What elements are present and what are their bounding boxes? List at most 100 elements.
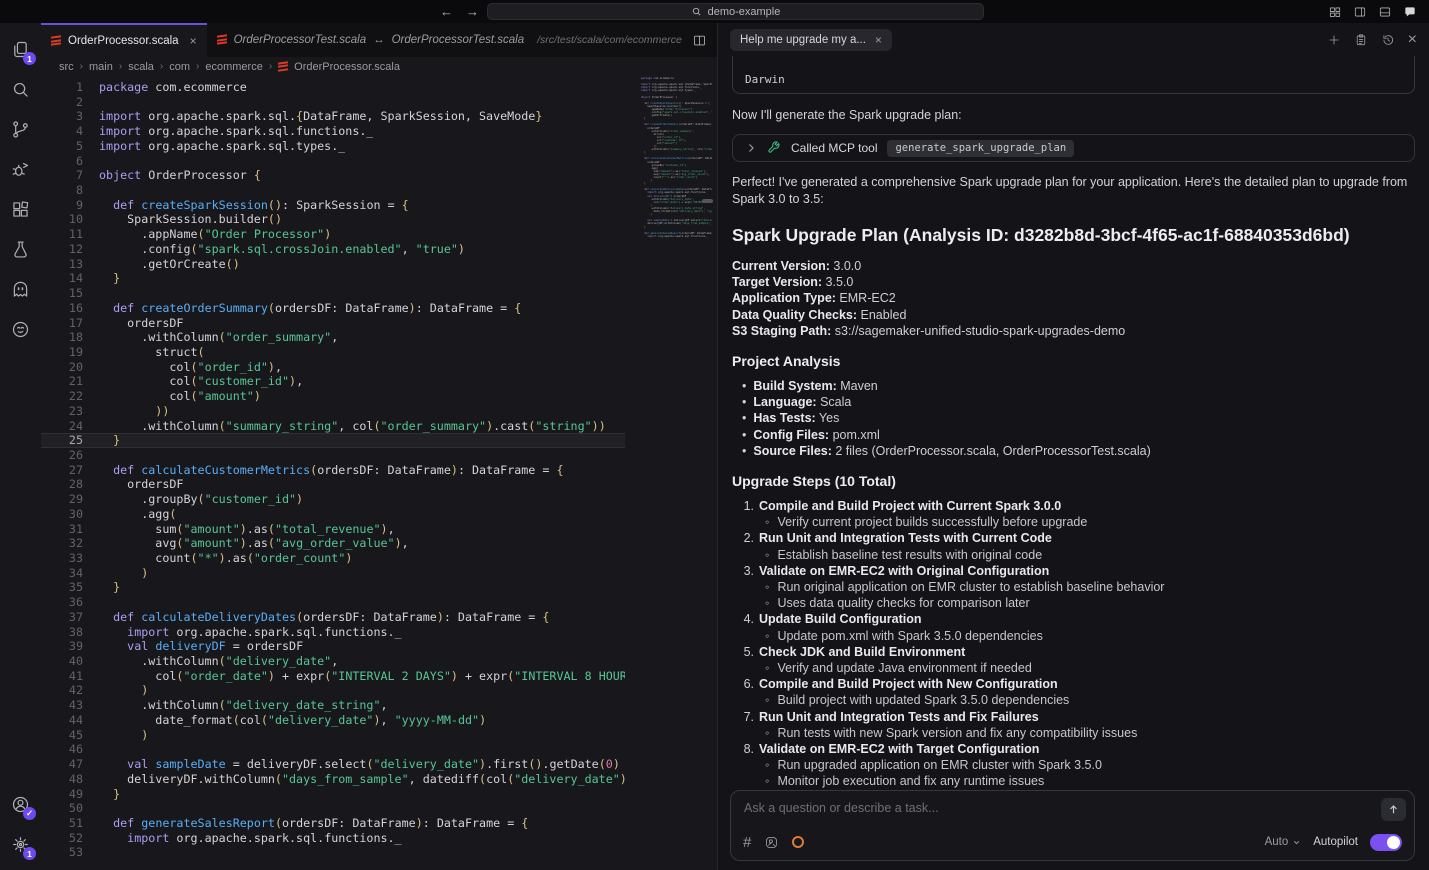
code-line[interactable]: 18 .withColumn("order_summary", <box>41 330 625 345</box>
code-line[interactable]: 40 .withColumn("delivery_date", <box>41 654 625 669</box>
mode-select[interactable]: Auto <box>1265 836 1302 848</box>
code-line[interactable]: 37 def calculateDeliveryDates(ordersDF: … <box>41 610 625 625</box>
code-line[interactable]: 45 ) <box>41 728 625 743</box>
code-line[interactable]: 24 .withColumn("summary_string", col("or… <box>41 419 625 434</box>
breadcrumb-file[interactable]: OrderProcessor.scala <box>294 61 400 73</box>
code-line[interactable]: 34 ) <box>41 566 625 581</box>
code-line[interactable]: 17 ordersDF <box>41 316 625 331</box>
code-line[interactable]: 52 import org.apache.spark.sql.functions… <box>41 831 625 846</box>
code-line[interactable]: 42 ) <box>41 683 625 698</box>
code-line[interactable]: 48 deliveryDF.withColumn("days_from_samp… <box>41 772 625 787</box>
tab-orderprocessortest-diff[interactable]: OrderProcessorTest.scala ↔ OrderProcesso… <box>207 23 692 57</box>
activity-bar-item-extensions[interactable] <box>0 189 41 229</box>
chat-messages[interactable]: Darwin Now I'll generate the Spark upgra… <box>718 56 1429 790</box>
code-line[interactable]: 8 <box>41 183 625 198</box>
minimap[interactable]: package com.ecommerce import org.apache.… <box>625 77 712 337</box>
breadcrumb-item[interactable]: ecommerce <box>205 61 262 73</box>
new-chat-icon[interactable] <box>1327 33 1341 47</box>
code-line[interactable]: 20 col("order_id"), <box>41 360 625 375</box>
code-line[interactable]: 7object OrderProcessor { <box>41 168 625 183</box>
history-icon[interactable] <box>1381 33 1395 47</box>
code-line[interactable]: 33 count("*").as("order_count") <box>41 551 625 566</box>
code-line[interactable]: 6 <box>41 154 625 169</box>
split-editor-icon[interactable] <box>692 33 707 48</box>
code-line[interactable]: 21 col("customer_id"), <box>41 374 625 389</box>
breadcrumb-item[interactable]: src <box>59 61 74 73</box>
back-arrow-icon[interactable]: ← <box>440 4 453 19</box>
tab-orderprocessor[interactable]: OrderProcessor.scala × <box>41 23 207 57</box>
code-line[interactable]: 36 <box>41 595 625 610</box>
code-line[interactable]: 35 } <box>41 580 625 595</box>
close-icon[interactable]: × <box>1408 32 1417 48</box>
forward-arrow-icon[interactable]: → <box>466 4 479 19</box>
code-line[interactable]: 53 <box>41 845 625 860</box>
activity-bar-item-explorer-copy[interactable]: 1 <box>0 29 41 69</box>
code-line[interactable]: 9 def createSparkSession(): SparkSession… <box>41 198 625 213</box>
activity-bar-item-source-control[interactable] <box>0 109 41 149</box>
activity-bar-item-kiro-ghost[interactable] <box>0 269 41 309</box>
code-line[interactable]: 50 <box>41 801 625 816</box>
code-line[interactable]: 3import org.apache.spark.sql.{DataFrame,… <box>41 109 625 124</box>
activity-bar-item-search[interactable] <box>0 69 41 109</box>
code-line[interactable]: 32 avg("amount").as("avg_order_value"), <box>41 536 625 551</box>
code-line[interactable]: 4import org.apache.spark.sql.functions._ <box>41 124 625 139</box>
mcp-tool-call[interactable]: Called MCP tool generate_spark_upgrade_p… <box>732 134 1415 162</box>
code-line[interactable]: 31 sum("amount").as("total_revenue"), <box>41 522 625 537</box>
chat-bubble-icon[interactable] <box>1403 5 1417 19</box>
code-line[interactable]: 41 col("order_date") + expr("INTERVAL 2 … <box>41 669 625 684</box>
breadcrumb-item[interactable]: scala <box>128 61 154 73</box>
command-search-input[interactable]: demo-example <box>487 3 984 20</box>
close-chat-tab-icon[interactable]: × <box>875 33 882 47</box>
context-card-icon[interactable] <box>764 835 779 850</box>
breadcrumb-item[interactable]: main <box>89 61 113 73</box>
code-line[interactable]: 1package com.ecommerce <box>41 80 625 95</box>
code-line[interactable]: 26 <box>41 448 625 463</box>
task-list-icon[interactable] <box>1354 33 1368 47</box>
code-line[interactable]: 25 } <box>41 433 625 448</box>
breadcrumb-item[interactable]: com <box>169 61 190 73</box>
code-line[interactable]: 10 SparkSession.builder() <box>41 212 625 227</box>
scrollbar-thumb[interactable] <box>702 199 713 203</box>
layout-columns-icon[interactable] <box>1353 5 1367 19</box>
chat-session-tab[interactable]: Help me upgrade my a... × <box>730 29 892 51</box>
hash-context-icon[interactable]: # <box>743 834 751 851</box>
autopilot-toggle[interactable] <box>1370 834 1402 851</box>
code-line[interactable]: 47 val sampleDate = deliveryDF.select("d… <box>41 757 625 772</box>
activity-bar-item-debug[interactable] <box>0 149 41 189</box>
code-line[interactable]: 12 .config("spark.sql.crossJoin.enabled"… <box>41 242 625 257</box>
code-line[interactable]: 43 .withColumn("delivery_date_string", <box>41 698 625 713</box>
code-line[interactable]: 27 def calculateCustomerMetrics(ordersDF… <box>41 463 625 478</box>
code-line[interactable]: 11 .appName("Order Processor") <box>41 227 625 242</box>
code-line[interactable]: 39 val deliveryDF = ordersDF <box>41 639 625 654</box>
send-button[interactable] <box>1381 798 1406 821</box>
code-line[interactable]: 2 <box>41 95 625 110</box>
chevron-right-icon[interactable] <box>745 142 757 154</box>
code-editor[interactable]: 1package com.ecommerce2 3import org.apac… <box>41 77 625 870</box>
layout-grid-icon[interactable] <box>1328 5 1342 19</box>
code-line[interactable]: 19 struct( <box>41 345 625 360</box>
code-line[interactable]: 22 col("amount") <box>41 389 625 404</box>
activity-bar-item-account[interactable]: ✓ <box>0 784 41 824</box>
activity-bar-item-settings-gear[interactable]: 1 <box>0 824 41 864</box>
activity-bar-item-kiro-agent[interactable] <box>0 309 41 349</box>
activity-bar-item-test-beaker[interactable] <box>0 229 41 269</box>
code-line[interactable]: 46 <box>41 742 625 757</box>
layout-panel-icon[interactable] <box>1378 5 1392 19</box>
chat-input-box[interactable]: Ask a question or describe a task... # A… <box>730 790 1415 861</box>
tool-output-box[interactable]: Darwin <box>732 56 1415 94</box>
close-tab-icon[interactable]: × <box>190 34 197 48</box>
status-ring-icon[interactable] <box>792 836 804 848</box>
code-line[interactable]: 14 } <box>41 271 625 286</box>
code-line[interactable]: 5import org.apache.spark.sql.types._ <box>41 139 625 154</box>
code-line[interactable]: 49 } <box>41 787 625 802</box>
code-line[interactable]: 29 .groupBy("customer_id") <box>41 492 625 507</box>
code-line[interactable]: 30 .agg( <box>41 507 625 522</box>
code-line[interactable]: 28 ordersDF <box>41 477 625 492</box>
code-line[interactable]: 13 .getOrCreate() <box>41 257 625 272</box>
code-line[interactable]: 15 <box>41 286 625 301</box>
code-line[interactable]: 23 )) <box>41 404 625 419</box>
code-line[interactable]: 16 def createOrderSummary(ordersDF: Data… <box>41 301 625 316</box>
code-line[interactable]: 51 def generateSalesReport(ordersDF: Dat… <box>41 816 625 831</box>
code-line[interactable]: 38 import org.apache.spark.sql.functions… <box>41 625 625 640</box>
code-line[interactable]: 44 date_format(col("delivery_date"), "yy… <box>41 713 625 728</box>
